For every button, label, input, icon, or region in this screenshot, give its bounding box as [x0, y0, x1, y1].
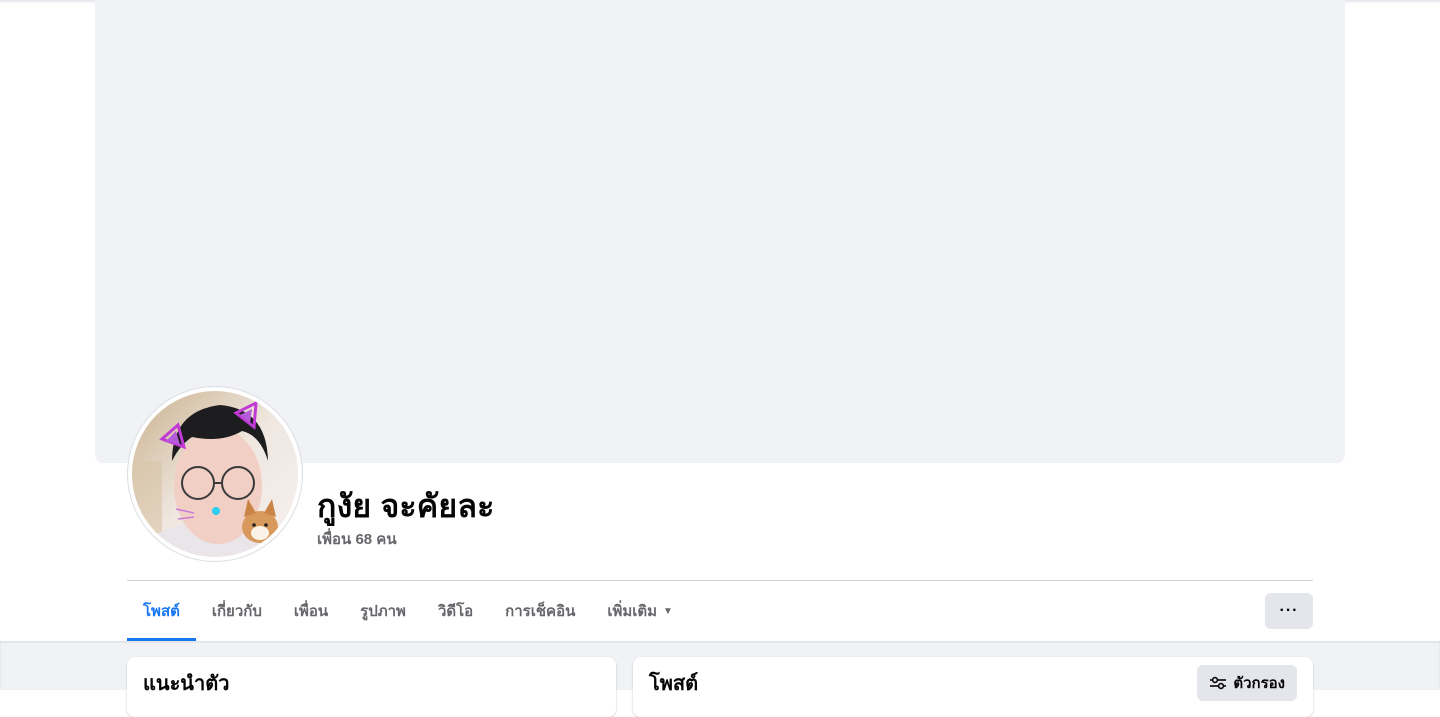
avatar-image — [132, 391, 298, 557]
profile-tabs: โพสต์ เกี่ยวกับ เพื่อน รูปภาพ วิดีโอ การ… — [127, 581, 689, 641]
tab-label: เพิ่มเติม — [607, 603, 658, 620]
intro-card-title: แนะนำตัว — [143, 673, 230, 695]
more-options-button[interactable]: ··· — [1265, 593, 1313, 629]
tab-label: โพสต์ — [143, 603, 180, 620]
tab-photos[interactable]: รูปภาพ — [344, 581, 422, 641]
caret-down-icon: ▼ — [663, 605, 673, 617]
tab-label: รูปภาพ — [360, 603, 406, 620]
profile-name: กูงัย จะคัยละ — [317, 488, 495, 524]
tab-more[interactable]: เพิ่มเติม ▼ — [591, 581, 689, 641]
posts-card: โพสต์ ตัวกรอง — [633, 657, 1313, 717]
cover-photo[interactable] — [95, 0, 1345, 463]
tab-videos[interactable]: วิดีโอ — [422, 581, 489, 641]
filter-sliders-icon — [1209, 676, 1227, 690]
tab-label: เกี่ยวกับ — [211, 603, 262, 620]
filter-button-label: ตัวกรอง — [1233, 675, 1285, 692]
tab-label: เพื่อน — [293, 603, 329, 620]
tab-posts[interactable]: โพสต์ — [127, 581, 196, 641]
profile-picture[interactable] — [128, 387, 302, 561]
tab-friends[interactable]: เพื่อน — [278, 581, 344, 641]
tab-checkins[interactable]: การเช็คอิน — [489, 581, 591, 641]
tab-about[interactable]: เกี่ยวกับ — [196, 581, 278, 641]
more-dots-icon: ··· — [1279, 602, 1299, 619]
tab-label: วิดีโอ — [437, 603, 474, 620]
tab-label: การเช็คอิน — [505, 603, 576, 620]
friend-count-link[interactable]: เพื่อน 68 คน — [317, 530, 397, 550]
posts-card-title: โพสต์ — [649, 673, 699, 695]
filter-button[interactable]: ตัวกรอง — [1197, 665, 1297, 701]
avatar — [132, 391, 298, 557]
intro-card: แนะนำตัว — [127, 657, 616, 717]
